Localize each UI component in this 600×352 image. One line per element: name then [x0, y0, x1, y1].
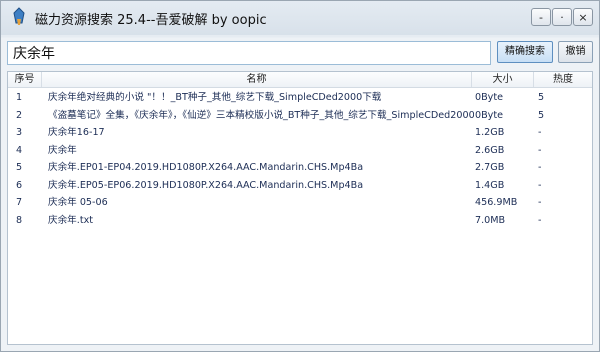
row-index: 3	[16, 127, 23, 138]
table-row[interactable]: 4 庆余年 2.6GB -	[8, 142, 592, 159]
row-size: 0Byte	[475, 92, 504, 103]
row-size: 1.4GB	[475, 179, 505, 191]
results-table: 序号 名称 大小 热度 1 庆余年绝对经典的小说 "！！_BT种子_其他_综艺下载…	[7, 71, 593, 345]
row-name: 庆余年 05-06	[48, 197, 108, 208]
row-name: 庆余年.txt	[48, 214, 94, 226]
row-name: 庆余年	[48, 144, 77, 156]
row-heat: 5	[538, 109, 545, 121]
column-header-size[interactable]: 大小	[472, 72, 534, 87]
table-row[interactable]: 3 庆余年16-17 1.2GB -	[8, 124, 592, 141]
search-bar: 精确搜索 撤销	[7, 41, 593, 67]
row-heat: 5	[538, 92, 545, 103]
maximize-button[interactable]: ·	[552, 8, 572, 26]
exact-search-button[interactable]: 精确搜索	[497, 41, 553, 63]
row-size: 456.9MB	[475, 197, 518, 208]
row-index: 8	[16, 214, 23, 226]
table-row[interactable]: 2 《盗墓笔记》全集，《庆余年》，《仙逆》三本精校版小说_BT种子_其他_综艺下载…	[8, 107, 592, 124]
row-size: 2.7GB	[475, 162, 505, 173]
row-name: 《盗墓笔记》全集，《庆余年》，《仙逆》三本精校版小说_BT种子_其他_综艺下载_…	[48, 109, 474, 121]
row-index: 5	[16, 162, 23, 173]
minimize-button[interactable]: -	[531, 8, 551, 26]
title-bar[interactable]: 磁力资源搜索 25.4--吾爱破解 by oopic - · ×	[1, 1, 599, 35]
cancel-button[interactable]: 撤销	[558, 41, 593, 63]
row-heat: -	[538, 162, 542, 173]
row-name: 庆余年.EP05-EP06.2019.HD1080P.X264.AAC.Mand…	[48, 179, 364, 191]
row-size: 7.0MB	[475, 214, 506, 226]
column-header-name[interactable]: 名称	[42, 72, 472, 87]
column-header-heat[interactable]: 热度	[534, 72, 592, 87]
row-name: 庆余年.EP01-EP04.2019.HD1080P.X264.AAC.Mand…	[48, 162, 364, 173]
table-header: 序号 名称 大小 热度	[8, 72, 592, 88]
row-index: 4	[16, 144, 23, 156]
table-row[interactable]: 7 庆余年 05-06 456.9MB -	[8, 194, 592, 211]
row-index: 6	[16, 179, 23, 191]
row-size: 2.6GB	[475, 144, 505, 156]
row-index: 2	[16, 109, 23, 121]
window-title: 磁力资源搜索 25.4--吾爱破解 by oopic	[35, 13, 267, 28]
table-row[interactable]: 5 庆余年.EP01-EP04.2019.HD1080P.X264.AAC.Man…	[8, 159, 592, 176]
table-row[interactable]: 1 庆余年绝对经典的小说 "！！_BT种子_其他_综艺下载_SimpleCDed2…	[8, 89, 592, 106]
row-name: 庆余年16-17	[48, 127, 105, 138]
row-heat: -	[538, 127, 542, 138]
column-header-index[interactable]: 序号	[8, 72, 42, 87]
table-row[interactable]: 8 庆余年.txt 7.0MB -	[8, 212, 592, 229]
table-row[interactable]: 6 庆余年.EP05-EP06.2019.HD1080P.X264.AAC.Man…	[8, 177, 592, 194]
magnet-app-icon	[13, 7, 25, 25]
row-name: 庆余年绝对经典的小说 "！！_BT种子_其他_综艺下载_SimpleCDed20…	[48, 92, 382, 103]
row-size: 0Byte	[475, 109, 504, 121]
row-index: 7	[16, 197, 23, 208]
close-button[interactable]: ×	[573, 8, 593, 26]
app-window: 磁力资源搜索 25.4--吾爱破解 by oopic - · × 精确搜索 撤销…	[0, 0, 600, 352]
row-heat: -	[538, 197, 542, 208]
row-index: 1	[16, 92, 23, 103]
search-input[interactable]	[7, 41, 491, 65]
row-heat: -	[538, 214, 542, 226]
row-heat: -	[538, 144, 542, 156]
row-size: 1.2GB	[475, 127, 505, 138]
row-heat: -	[538, 179, 542, 191]
